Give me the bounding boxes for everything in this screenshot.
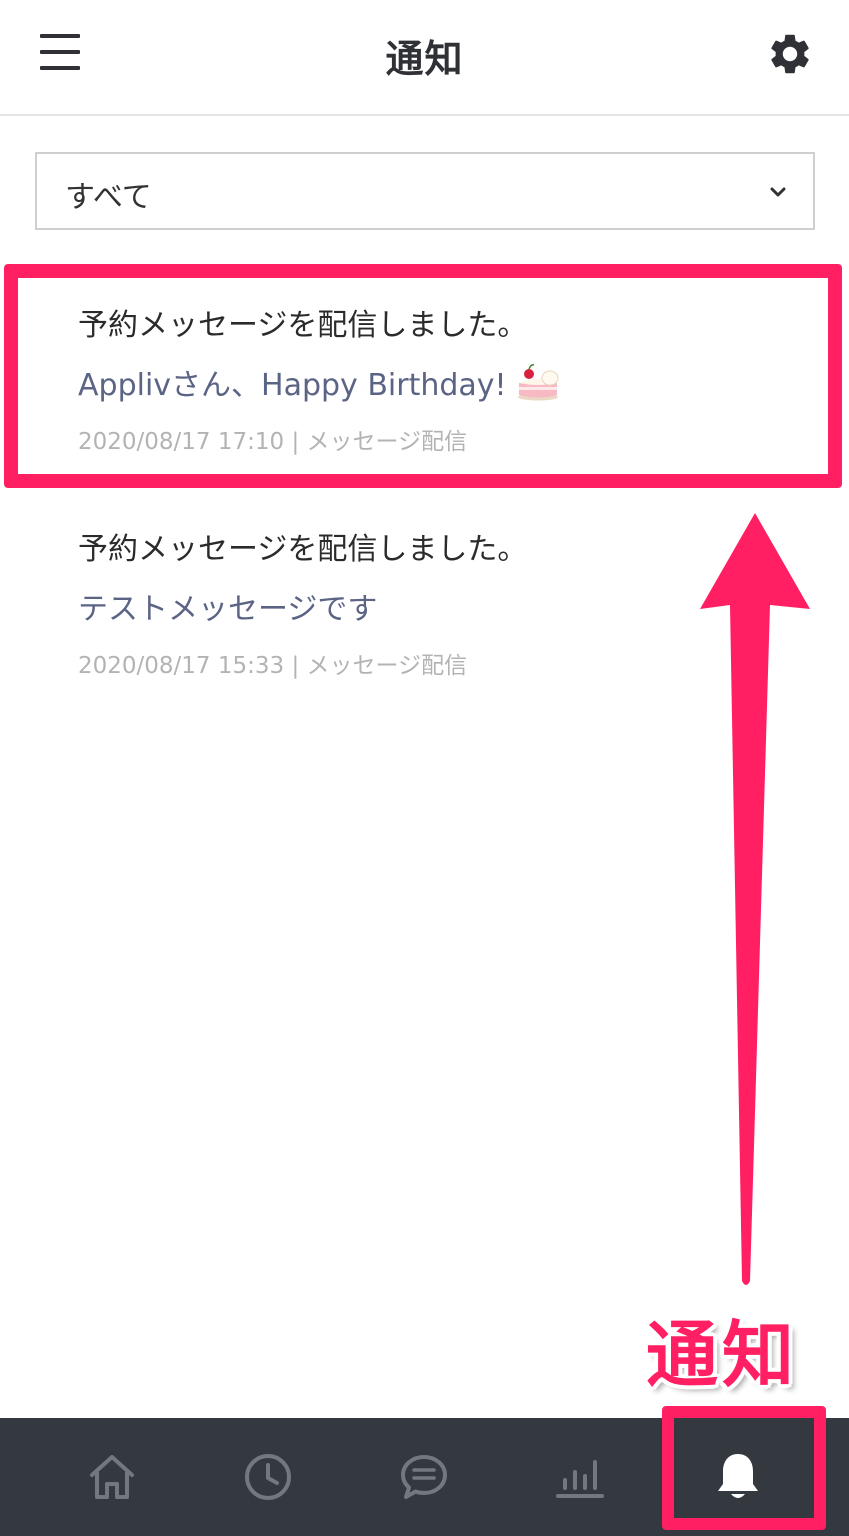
app-header: 通知 — [0, 0, 849, 116]
annotation-label: 通知 — [646, 1313, 799, 1397]
filter-select[interactable]: すべて — [35, 152, 815, 230]
nav-home[interactable] — [42, 1418, 182, 1536]
nav-notifications[interactable] — [668, 1418, 808, 1536]
notification-body: Applivさん、Happy Birthday! — [78, 360, 561, 404]
bottom-navigation — [0, 1418, 849, 1536]
notification-title: 予約メッセージを配信しました。 — [78, 532, 528, 567]
nav-chat[interactable] — [354, 1418, 494, 1536]
clock-icon — [245, 1454, 291, 1500]
cake-icon — [517, 364, 559, 401]
notification-title: 予約メッセージを配信しました。 — [78, 308, 528, 343]
page-title: 通知 — [385, 37, 464, 81]
notification-meta: 2020/08/17 17:10 | メッセージ配信 — [78, 429, 468, 455]
annotation-arrow — [700, 513, 810, 1285]
gear-icon[interactable] — [766, 30, 814, 78]
bell-icon — [718, 1454, 758, 1498]
filter-selected-value: すべて — [65, 180, 152, 215]
notification-body-text: Applivさん、Happy Birthday! — [78, 368, 507, 403]
chat-bubble-icon — [401, 1455, 447, 1499]
nav-stats[interactable] — [510, 1418, 650, 1536]
chevron-down-icon — [770, 187, 786, 197]
notification-body: テストメッセージです — [78, 592, 378, 627]
bar-chart-icon — [556, 1460, 604, 1498]
notification-item[interactable]: 予約メッセージを配信しました。 Applivさん、Happy Birthday!… — [0, 276, 849, 476]
home-icon — [90, 1455, 134, 1499]
notification-meta: 2020/08/17 15:33 | メッセージ配信 — [78, 653, 468, 679]
nav-history[interactable] — [198, 1418, 338, 1536]
